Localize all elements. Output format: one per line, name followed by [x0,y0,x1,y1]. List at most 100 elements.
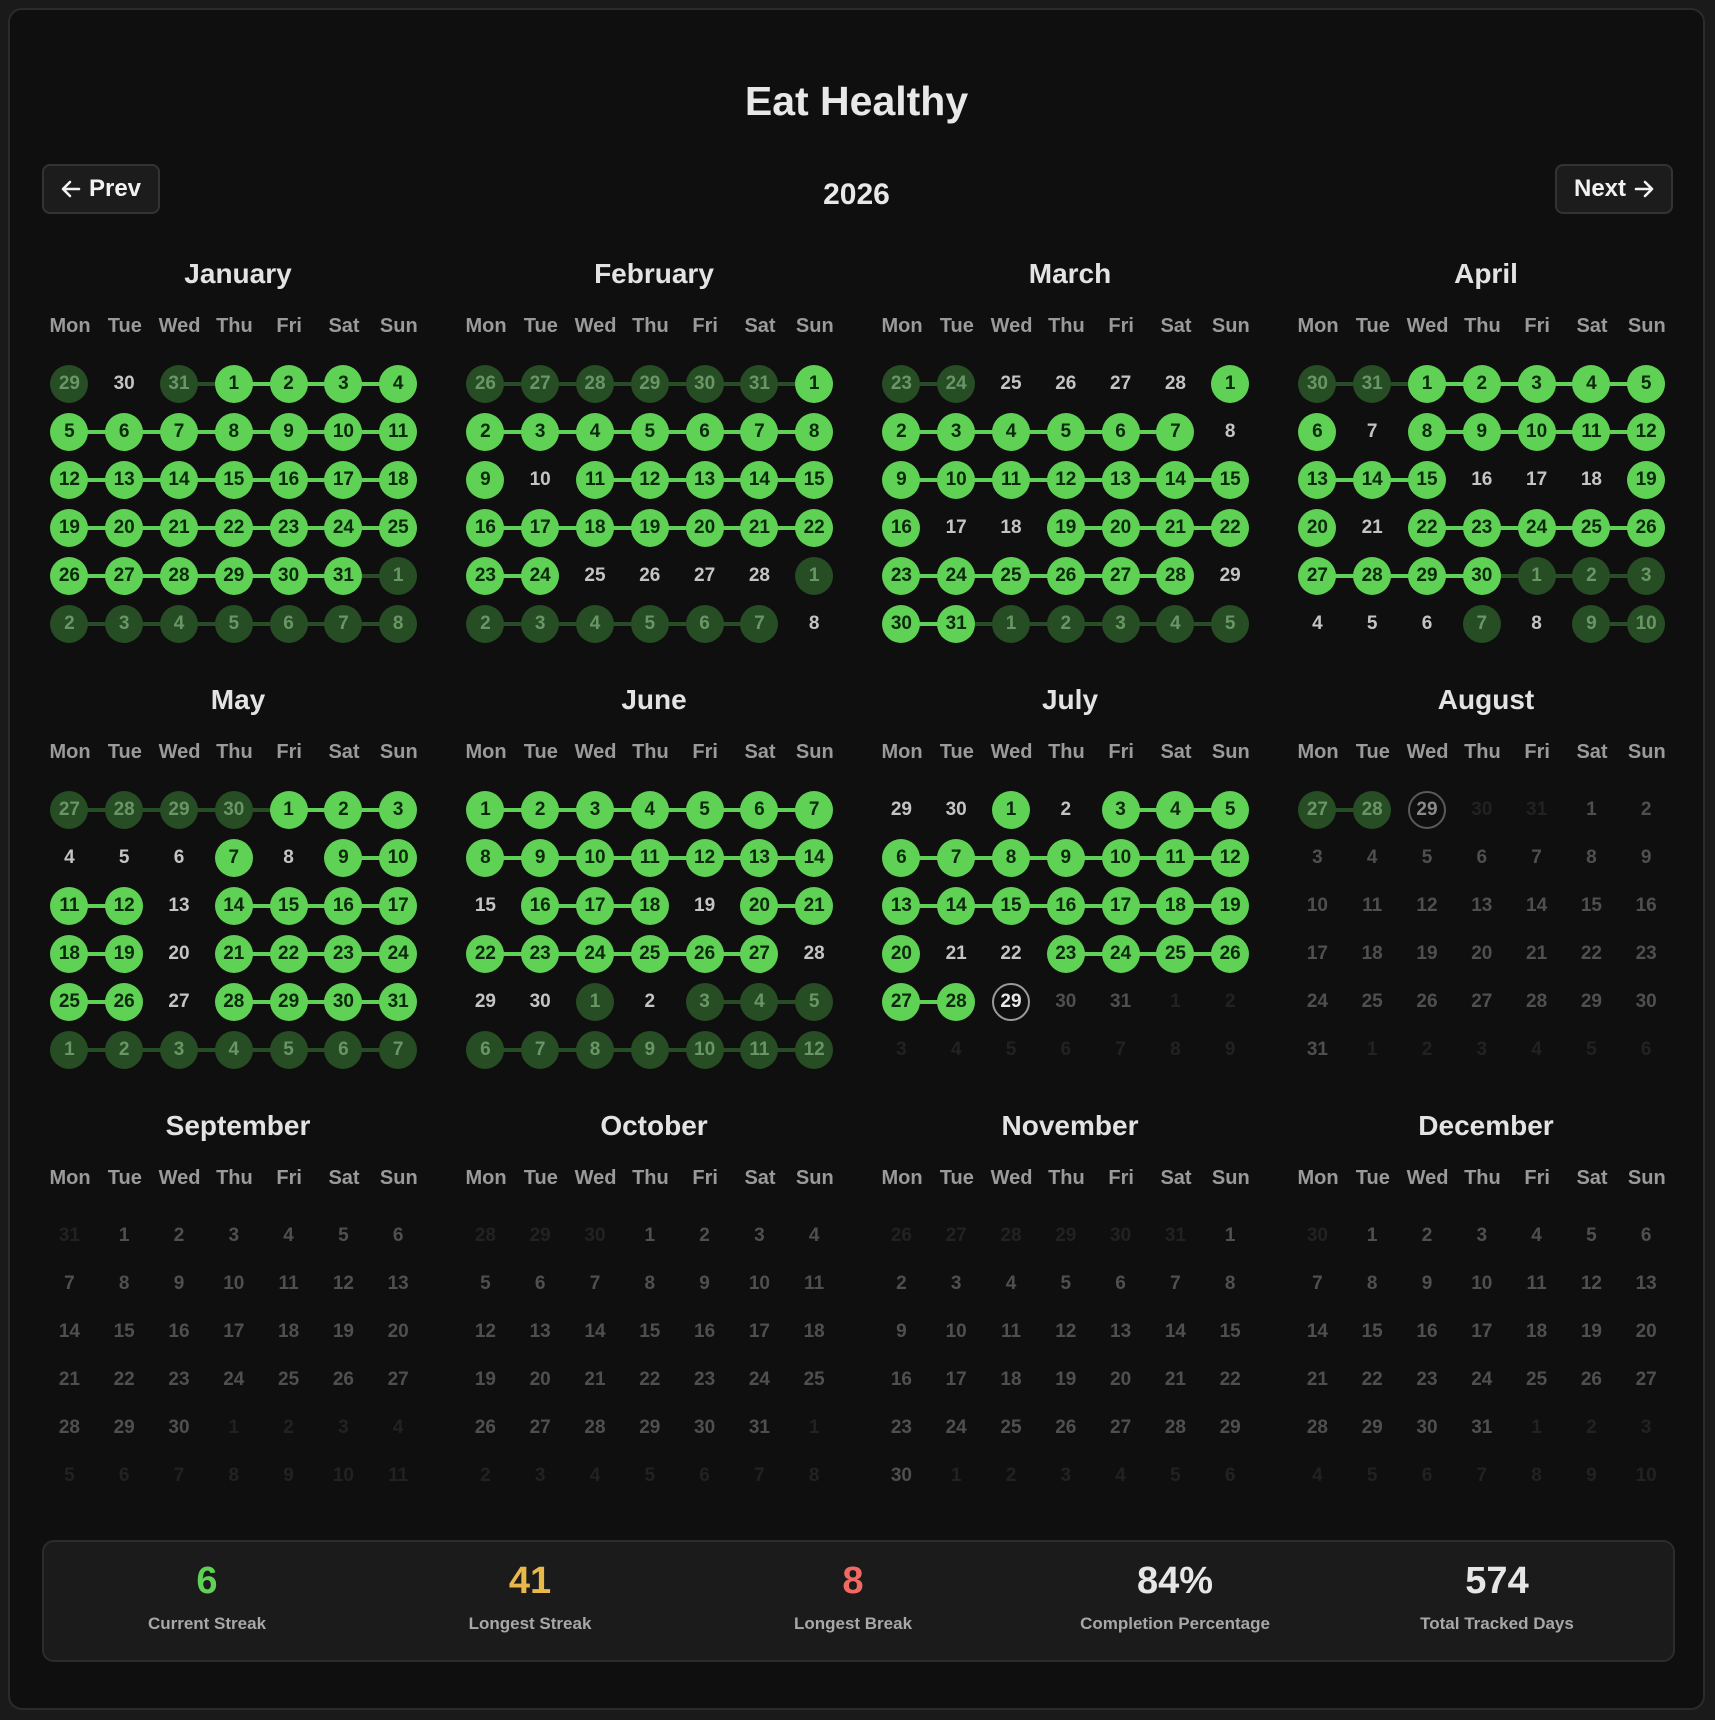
day-cell[interactable]: 5 [1572,1217,1610,1255]
day-cell[interactable]: 12 [50,461,89,499]
day-cell[interactable]: 13 [740,839,779,877]
day-cell[interactable]: 3 [1047,1457,1085,1495]
day-cell[interactable]: 30 [1627,983,1665,1021]
day-cell[interactable]: 15 [1211,1313,1249,1351]
day-cell[interactable]: 30 [521,983,559,1021]
day-cell[interactable]: 13 [160,887,198,925]
day-cell[interactable]: 24 [1463,1361,1501,1399]
day-cell[interactable]: 31 [1518,791,1556,829]
day-cell[interactable]: 30 [882,605,921,643]
day-cell[interactable]: 31 [740,1409,778,1447]
day-cell[interactable]: 2 [466,605,505,643]
day-cell[interactable]: 27 [160,983,198,1021]
day-cell[interactable]: 7 [214,839,253,877]
day-cell[interactable]: 1 [466,791,505,829]
day-cell[interactable]: 9 [270,1457,308,1495]
day-cell[interactable]: 22 [214,509,253,547]
day-cell[interactable]: 16 [160,1313,198,1351]
day-cell[interactable]: 23 [1627,935,1665,973]
day-cell[interactable]: 1 [1518,1409,1556,1447]
day-cell[interactable]: 10 [685,1031,724,1069]
day-cell[interactable]: 10 [1517,413,1556,451]
day-cell[interactable]: 23 [882,557,921,595]
day-cell-today[interactable]: 29 [992,983,1030,1021]
day-cell[interactable]: 5 [1211,605,1250,643]
day-cell[interactable]: 12 [1627,413,1666,451]
day-cell[interactable]: 5 [324,1217,362,1255]
day-cell[interactable]: 20 [160,935,198,973]
day-cell[interactable]: 8 [795,413,834,451]
day-cell[interactable]: 29 [1211,1409,1249,1447]
day-cell[interactable]: 18 [630,887,669,925]
day-cell[interactable]: 15 [992,887,1030,925]
day-cell[interactable]: 21 [937,935,975,973]
day-cell[interactable]: 14 [50,1313,88,1351]
day-cell[interactable]: 9 [1627,839,1665,877]
day-cell[interactable]: 15 [1408,461,1446,499]
day-cell[interactable]: 5 [50,1457,88,1495]
day-cell[interactable]: 4 [992,413,1030,451]
day-cell[interactable]: 26 [50,557,89,595]
day-cell[interactable]: 12 [105,887,144,925]
day-cell[interactable]: 5 [269,1031,308,1069]
day-cell[interactable]: 23 [882,1409,920,1447]
day-cell[interactable]: 6 [160,839,198,877]
day-cell[interactable]: 8 [379,605,418,643]
day-cell[interactable]: 22 [1353,1361,1391,1399]
day-cell[interactable]: 12 [466,1313,504,1351]
day-cell[interactable]: 28 [992,1217,1030,1255]
day-cell[interactable]: 5 [214,605,253,643]
day-cell[interactable]: 2 [1046,605,1085,643]
day-cell[interactable]: 20 [1627,1313,1665,1351]
day-cell[interactable]: 1 [795,1409,833,1447]
day-cell[interactable]: 8 [576,1031,614,1069]
day-cell[interactable]: 6 [1463,839,1501,877]
day-cell[interactable]: 25 [795,1361,833,1399]
day-cell[interactable]: 24 [1298,983,1336,1021]
day-cell[interactable]: 26 [1211,935,1250,973]
day-cell[interactable]: 7 [1463,1457,1501,1495]
day-cell[interactable]: 13 [685,461,724,499]
day-cell[interactable]: 4 [379,1409,417,1447]
day-cell[interactable]: 28 [1353,791,1392,829]
day-cell[interactable]: 21 [576,1361,614,1399]
day-cell[interactable]: 3 [1627,1409,1665,1447]
day-cell[interactable]: 5 [1353,605,1391,643]
day-cell[interactable]: 3 [324,365,363,403]
day-cell[interactable]: 1 [631,1217,669,1255]
day-cell[interactable]: 31 [937,605,976,643]
day-cell[interactable]: 10 [937,1313,975,1351]
day-cell[interactable]: 6 [685,413,724,451]
day-cell[interactable]: 21 [214,935,253,973]
day-cell[interactable]: 3 [576,791,614,829]
day-cell[interactable]: 30 [937,791,975,829]
day-cell[interactable]: 4 [160,605,198,643]
day-cell[interactable]: 24 [937,1409,975,1447]
day-cell[interactable]: 31 [160,365,198,403]
day-cell[interactable]: 7 [740,1457,778,1495]
day-cell[interactable]: 11 [740,1031,779,1069]
day-cell[interactable]: 29 [466,983,504,1021]
day-cell[interactable]: 18 [1156,887,1195,925]
day-cell[interactable]: 5 [1353,1457,1391,1495]
day-cell[interactable]: 11 [1518,1265,1556,1303]
day-cell[interactable]: 3 [1463,1031,1501,1069]
day-cell[interactable]: 27 [521,1409,559,1447]
day-cell[interactable]: 18 [270,1313,308,1351]
day-cell[interactable]: 4 [1156,605,1195,643]
day-cell[interactable]: 22 [1572,935,1610,973]
day-cell[interactable]: 2 [882,1265,920,1303]
day-cell[interactable]: 7 [1102,1031,1140,1069]
day-cell[interactable]: 9 [466,461,505,499]
day-cell[interactable]: 14 [576,1313,614,1351]
day-cell[interactable]: 3 [937,1265,975,1303]
day-cell[interactable]: 26 [466,365,505,403]
day-cell[interactable]: 13 [1298,461,1337,499]
day-cell[interactable]: 31 [1298,1031,1336,1069]
day-cell[interactable]: 24 [1101,935,1140,973]
day-cell[interactable]: 29 [521,1217,559,1255]
day-cell[interactable]: 14 [740,461,779,499]
day-cell[interactable]: 26 [1046,557,1085,595]
day-cell[interactable]: 16 [1408,1313,1446,1351]
day-cell[interactable]: 24 [740,1361,778,1399]
